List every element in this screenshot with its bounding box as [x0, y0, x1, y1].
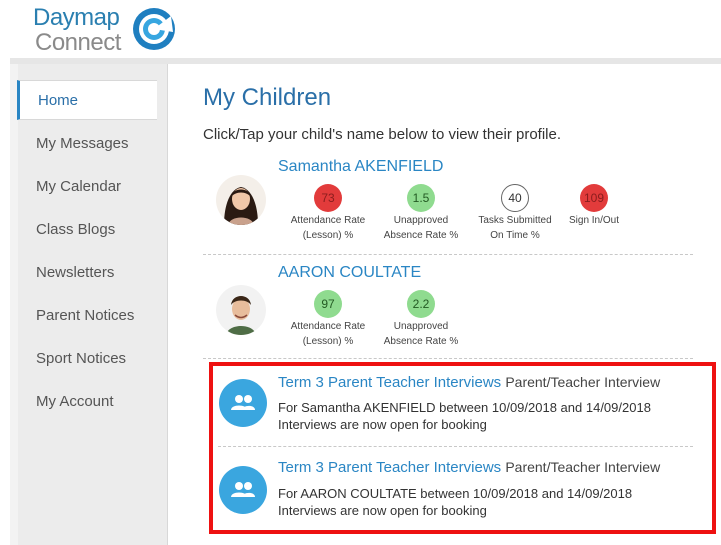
child-name-link[interactable]: Samantha AKENFIELD [278, 158, 443, 176]
sidebar-edge [10, 64, 18, 545]
child-avatar-aaron[interactable] [216, 285, 266, 335]
metric-label: Absence Rate % [383, 230, 459, 241]
notice-title-link[interactable]: Term 3 Parent Teacher Interviews [278, 459, 501, 476]
logo-swirl-icon [133, 8, 175, 50]
metric-unapproved-absence[interactable]: 2.2 Unapproved Absence Rate % [376, 290, 466, 348]
notice-detail: For AARON COULTATE between 10/09/2018 an… [278, 486, 633, 501]
page-title: My Children [203, 84, 332, 111]
notice-title-link[interactable]: Term 3 Parent Teacher Interviews [278, 374, 501, 391]
metric-label: (Lesson) % [302, 230, 354, 241]
metric-sign-in-out[interactable]: 109 Sign In/Out [549, 184, 639, 227]
notice-item[interactable]: Term 3 Parent Teacher Interviews Parent/… [278, 459, 660, 476]
metric-label: Attendance Rate [290, 321, 366, 332]
metric-value-badge: 40 [501, 184, 529, 212]
sidebar-item-my-messages[interactable]: My Messages [18, 124, 156, 164]
notice-status: Interviews are now open for booking [278, 503, 487, 518]
metric-label: Unapproved [393, 215, 449, 226]
sidebar-item-newsletters[interactable]: Newsletters [18, 253, 156, 293]
metric-value-badge: 97 [314, 290, 342, 318]
metric-attendance-rate[interactable]: 73 Attendance Rate (Lesson) % [283, 184, 373, 242]
metric-label: Absence Rate % [383, 336, 459, 347]
notice-type: Parent/Teacher Interview [505, 459, 661, 475]
metric-value-badge: 1.5 [407, 184, 435, 212]
notice-item-icon[interactable] [219, 466, 267, 514]
sidebar-item-parent-notices[interactable]: Parent Notices [18, 296, 156, 336]
metric-unapproved-absence[interactable]: 1.5 Unapproved Absence Rate % [376, 184, 466, 242]
divider [203, 254, 693, 255]
metric-tasks-submitted[interactable]: 40 Tasks Submitted On Time % [470, 184, 560, 242]
people-group-icon [231, 482, 255, 497]
metric-value-badge: 109 [580, 184, 608, 212]
divider [203, 358, 693, 359]
daymap-connect-logo[interactable]: Daymap Connect [33, 4, 193, 56]
metric-attendance-rate[interactable]: 97 Attendance Rate (Lesson) % [283, 290, 373, 348]
metric-label: (Lesson) % [302, 336, 354, 347]
metric-label: Unapproved [393, 321, 449, 332]
metric-label: Sign In/Out [568, 215, 620, 226]
metric-value-badge: 2.2 [407, 290, 435, 318]
sidebar-item-sport-notices[interactable]: Sport Notices [18, 339, 156, 379]
sidebar-item-my-calendar[interactable]: My Calendar [18, 167, 156, 207]
notice-type: Parent/Teacher Interview [505, 374, 661, 390]
logo-text-connect: Connect [35, 29, 121, 56]
logo-text-daymap: Daymap [33, 4, 120, 31]
notice-item[interactable]: Term 3 Parent Teacher Interviews Parent/… [278, 374, 660, 391]
page-subtitle: Click/Tap your child's name below to vie… [203, 126, 562, 143]
sidebar-item-my-account[interactable]: My Account [18, 382, 156, 422]
child-avatar-samantha[interactable] [216, 175, 266, 225]
metric-label: On Time % [490, 230, 540, 241]
divider [218, 446, 693, 447]
notice-detail: For Samantha AKENFIELD between 10/09/201… [278, 400, 651, 415]
people-group-icon [231, 395, 255, 410]
metric-value-badge: 73 [314, 184, 342, 212]
child-name-link[interactable]: AARON COULTATE [278, 264, 421, 282]
notice-status: Interviews are now open for booking [278, 417, 487, 432]
sidebar-item-home[interactable]: Home [17, 80, 157, 120]
metric-label: Tasks Submitted [478, 215, 552, 226]
metric-label: Attendance Rate [290, 215, 366, 226]
sidebar-item-class-blogs[interactable]: Class Blogs [18, 210, 156, 250]
notice-item-icon[interactable] [219, 379, 267, 427]
